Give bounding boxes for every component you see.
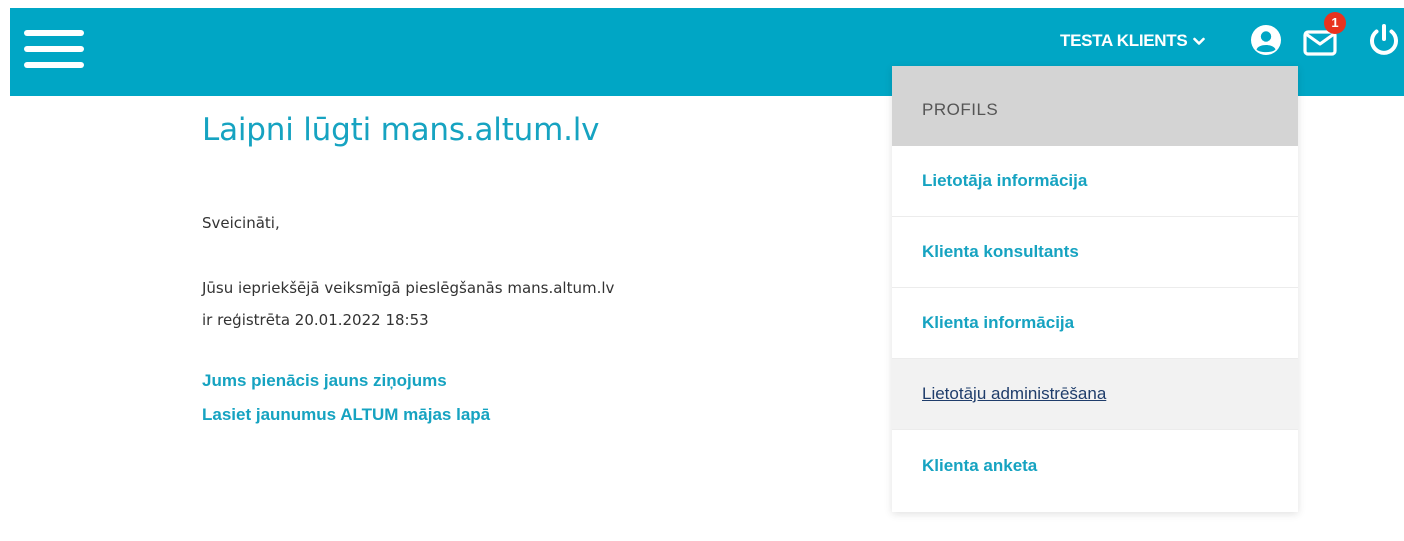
menu-item-user-admin[interactable]: Lietotāju administrēšana: [892, 359, 1298, 430]
dropdown-header: PROFILS: [892, 66, 1298, 146]
menu-item-client-form[interactable]: Klienta anketa: [892, 430, 1298, 501]
menu-item-label: Klienta informācija: [922, 313, 1075, 332]
app-frame: TESTA KLIENTS 1 Laipni lūgti mans.altum.…: [0, 0, 1404, 541]
menu-icon[interactable]: [24, 30, 84, 68]
menu-item-client-info[interactable]: Klienta informācija: [892, 288, 1298, 359]
last-login-line: ir reģistrēta 20.01.2022 18:53: [202, 311, 429, 329]
news-link[interactable]: Lasiet jaunumus ALTUM mājas lapā: [202, 398, 490, 432]
user-menu-toggle[interactable]: TESTA KLIENTS: [1060, 30, 1206, 52]
chevron-down-icon: [1193, 37, 1206, 46]
power-icon[interactable]: [1366, 22, 1402, 58]
user-name-label: TESTA KLIENTS: [1060, 31, 1188, 50]
menu-item-label: Lietotāja informācija: [922, 171, 1088, 190]
menu-item-label: Klienta anketa: [922, 455, 1038, 475]
menu-item-label: Lietotāju administrēšana: [922, 384, 1107, 403]
menu-line: [24, 30, 84, 36]
user-icon[interactable]: [1250, 24, 1282, 56]
menu-item-label: Klienta konsultants: [922, 242, 1079, 261]
menu-item-client-consultant[interactable]: Klienta konsultants: [892, 217, 1298, 288]
menu-item-user-info[interactable]: Lietotāja informācija: [892, 146, 1298, 217]
new-message-link[interactable]: Jums pienācis jauns ziņojums: [202, 364, 490, 398]
quick-links: Jums pienācis jauns ziņojums Lasiet jaun…: [202, 364, 490, 432]
main-content: Laipni lūgti mans.altum.lv Sveicināti, J…: [202, 112, 842, 424]
notification-badge: 1: [1324, 12, 1346, 34]
menu-line: [24, 62, 84, 68]
profile-dropdown: PROFILS Lietotāja informācija Klienta ko…: [892, 66, 1298, 512]
last-login-info: Jūsu iepriekšējā veiksmīgā pieslēgšanās …: [202, 272, 802, 336]
last-login-line: Jūsu iepriekšējā veiksmīgā pieslēgšanās …: [202, 279, 615, 297]
menu-line: [24, 46, 84, 52]
page-title: Laipni lūgti mans.altum.lv: [202, 112, 600, 148]
greeting-text: Sveicināti,: [202, 214, 280, 232]
